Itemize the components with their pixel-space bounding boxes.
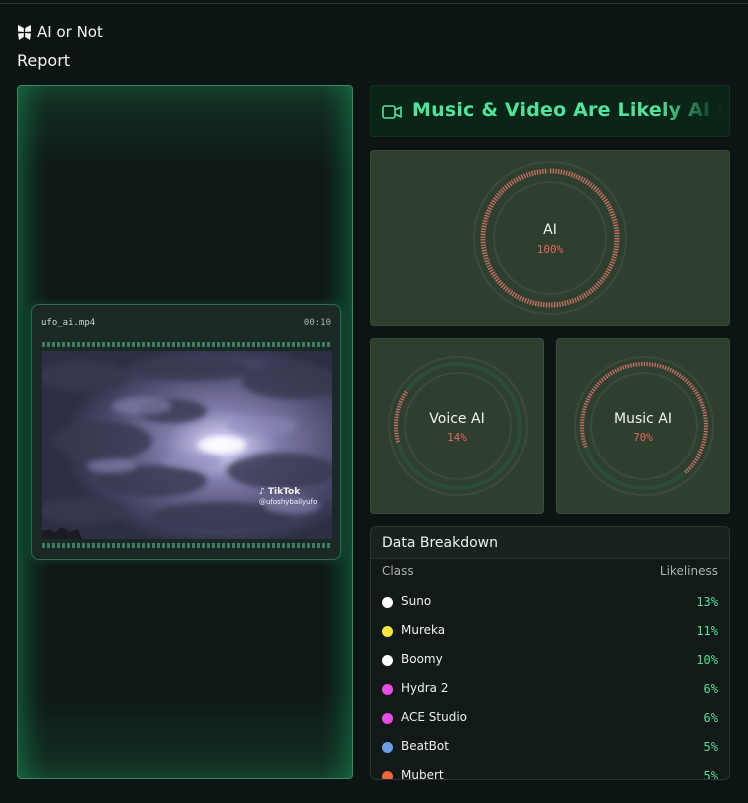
class-likeliness: 11%: [696, 624, 718, 638]
voice-ai-gauge-value: 14%: [447, 431, 467, 444]
page-title: Report: [17, 51, 71, 70]
app-brand[interactable]: AI or Not: [17, 23, 103, 41]
video-camera-icon: [382, 104, 402, 123]
ai-gauge: [473, 161, 627, 315]
voice-ai-gauge-label: Voice AI: [429, 411, 485, 427]
breakdown-row: Boomy 10%: [371, 647, 729, 676]
top-divider: [0, 3, 748, 4]
breakdown-row: Mubert 5%: [371, 763, 729, 780]
class-likeliness: 5%: [703, 740, 718, 754]
ai-gauge-label: AI: [543, 222, 557, 238]
video-file-name: ufo_ai.mp4: [41, 318, 96, 328]
music-ai-gauge-card: Music AI 70%: [556, 338, 730, 514]
breakdown-title: Data Breakdown: [382, 535, 499, 551]
music-ai-gauge-value: 70%: [633, 431, 653, 444]
voice-ai-gauge: [388, 356, 528, 496]
class-color-dot: [382, 713, 393, 724]
watermark-user: @ufoshyballyufo: [259, 498, 318, 506]
app-title: AI or Not: [37, 23, 103, 41]
class-likeliness: 6%: [703, 682, 718, 696]
butterfly-logo-icon: [17, 24, 32, 41]
breakdown-row: Suno 13%: [371, 589, 729, 618]
verdict-banner: Music & Video Are Likely AI Generated: [370, 85, 730, 137]
class-color-dot: [382, 655, 393, 666]
filmstrip-top: [42, 342, 332, 347]
music-ai-gauge-label: Music AI: [614, 411, 672, 427]
data-breakdown-panel: Data Breakdown Class Likeliness Suno 13% M…: [370, 526, 730, 780]
voice-ai-gauge-card: Voice AI 14%: [370, 338, 544, 514]
music-ai-gauge: [574, 356, 714, 496]
class-name: Mureka: [401, 623, 446, 637]
class-color-dot: [382, 597, 393, 608]
video-thumbnail[interactable]: ♪ TikTok @ufoshyballyufo: [42, 351, 332, 539]
filmstrip-bottom: [42, 543, 332, 548]
class-likeliness: 10%: [696, 653, 718, 667]
column-header-likeliness: Likeliness: [659, 564, 718, 578]
breakdown-row: ACE Studio 6%: [371, 705, 729, 734]
class-color-dot: [382, 771, 393, 779]
video-player-card[interactable]: ufo_ai.mp4 00:10 ♪ TikTok @ufoshyballyuf…: [31, 304, 341, 560]
class-name: Boomy: [401, 652, 443, 666]
class-name: Hydra 2: [401, 681, 449, 695]
ai-gauge-card: AI 100%: [370, 150, 730, 326]
class-color-dot: [382, 684, 393, 695]
breakdown-row: Mureka 11%: [371, 618, 729, 647]
class-name: Mubert: [401, 768, 444, 780]
ai-gauge-value: 100%: [536, 243, 564, 256]
banner-fade: [659, 86, 729, 136]
column-header-class: Class: [382, 564, 414, 578]
class-likeliness: 13%: [696, 595, 718, 609]
class-color-dot: [382, 742, 393, 753]
class-likeliness: 5%: [703, 769, 718, 780]
tiktok-watermark: ♪ TikTok @ufoshyballyufo: [259, 487, 317, 507]
class-likeliness: 6%: [703, 711, 718, 725]
video-duration: 00:10: [303, 318, 331, 328]
class-name: BeatBot: [401, 739, 449, 753]
watermark-brand: TikTok: [267, 487, 301, 497]
class-color-dot: [382, 626, 393, 637]
breakdown-row: Hydra 2 6%: [371, 676, 729, 705]
tiktok-icon: ♪: [259, 487, 268, 497]
class-name: Suno: [401, 594, 432, 608]
class-name: ACE Studio: [401, 710, 467, 724]
breakdown-row: BeatBot 5%: [371, 734, 729, 763]
